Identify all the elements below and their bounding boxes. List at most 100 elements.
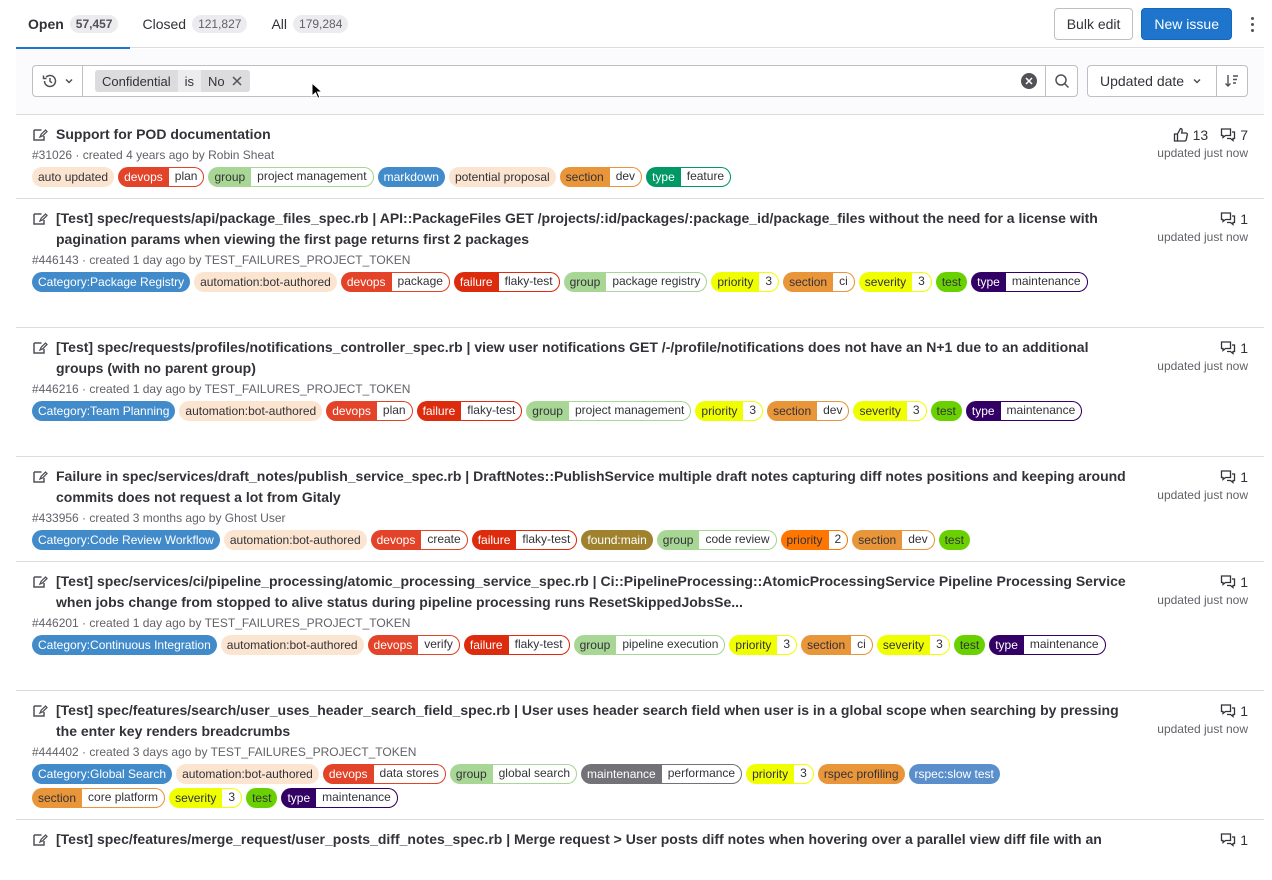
label[interactable]: Category:Code Review Workflow (32, 530, 220, 550)
scoped-label[interactable]: severity 3 (169, 788, 243, 808)
scoped-label[interactable]: group pipeline execution (573, 635, 726, 655)
clear-search-icon[interactable] (1021, 73, 1037, 89)
scoped-label[interactable]: devops create (370, 530, 468, 550)
tab-all[interactable]: All 179,284 (259, 0, 360, 48)
scoped-label[interactable]: devops plan (326, 401, 413, 421)
scoped-label[interactable]: group global search (449, 764, 578, 784)
issue-title: [Test] spec/requests/profiles/notificati… (32, 337, 1132, 379)
new-issue-button[interactable]: New issue (1141, 8, 1232, 40)
scoped-label[interactable]: group project management (208, 167, 374, 187)
label[interactable]: Category:Global Search (32, 764, 173, 784)
thumbs-up-icon (1173, 127, 1188, 142)
label[interactable]: test (935, 272, 968, 292)
scoped-label[interactable]: type maintenance (281, 788, 398, 808)
issue-row[interactable]: Failure in spec/services/draft_notes/pub… (16, 457, 1264, 562)
search-button[interactable] (1045, 65, 1078, 97)
scoped-label[interactable]: devops data stores (322, 764, 446, 784)
label[interactable]: found:main (581, 530, 653, 550)
label[interactable]: Category:Package Registry (32, 272, 191, 292)
label[interactable]: rspec profiling (817, 764, 905, 784)
scoped-label[interactable]: devops plan (118, 167, 205, 187)
scoped-label[interactable]: priority 3 (746, 764, 814, 784)
scoped-label[interactable]: failure flaky-test (416, 401, 523, 421)
sort-dropdown[interactable]: Updated date (1087, 65, 1217, 97)
label[interactable]: markdown (377, 167, 445, 187)
comments-count[interactable]: 1 (1220, 340, 1248, 356)
scoped-label[interactable]: severity 3 (858, 272, 932, 292)
scoped-label[interactable]: section ci (801, 635, 873, 655)
sort-direction-button[interactable] (1216, 65, 1248, 97)
scoped-label[interactable]: severity 3 (876, 635, 950, 655)
scoped-label[interactable]: type maintenance (971, 272, 1088, 292)
close-icon[interactable] (231, 75, 243, 87)
issue-title-link[interactable]: Failure in spec/services/draft_notes/pub… (56, 466, 1132, 508)
issue-row[interactable]: [Test] spec/requests/api/package_files_s… (16, 199, 1264, 328)
scoped-label[interactable]: section dev (852, 530, 935, 550)
recent-searches-button[interactable] (32, 65, 83, 97)
scoped-label[interactable]: section dev (767, 401, 850, 421)
label-value: package (391, 272, 450, 292)
issue-row[interactable]: [Test] spec/features/search/user_uses_he… (16, 691, 1264, 820)
label-scope: section (565, 170, 604, 184)
comments-count[interactable]: 1 (1220, 469, 1248, 485)
label[interactable]: automation:bot-authored (194, 272, 337, 292)
chevron-down-icon (64, 78, 73, 84)
comments-count[interactable]: 1 (1220, 832, 1248, 848)
scoped-label[interactable]: failure flaky-test (453, 272, 560, 292)
label[interactable]: automation:bot-authored (220, 635, 364, 655)
bulk-edit-button[interactable]: Bulk edit (1053, 8, 1134, 40)
label[interactable]: automation:bot-authored (176, 764, 319, 784)
scoped-label[interactable]: type feature (646, 167, 732, 187)
label[interactable]: Category:Continuous Integration (32, 635, 217, 655)
scoped-label[interactable]: group project management (526, 401, 692, 421)
issue-title-link[interactable]: [Test] spec/requests/profiles/notificati… (56, 337, 1132, 379)
scoped-label[interactable]: maintenance performance (581, 764, 743, 784)
label[interactable]: automation:bot-authored (223, 530, 367, 550)
scoped-label[interactable]: section dev (559, 167, 643, 187)
comments-count[interactable]: 7 (1220, 127, 1248, 143)
label[interactable]: test (246, 788, 278, 808)
more-actions-icon[interactable] (1240, 8, 1264, 40)
issue-row[interactable]: [Test] spec/requests/profiles/notificati… (16, 328, 1264, 457)
scoped-label[interactable]: type maintenance (965, 401, 1083, 421)
comments-count[interactable]: 1 (1220, 703, 1248, 719)
scoped-label[interactable]: devops package (340, 272, 450, 292)
issue-row[interactable]: [Test] spec/features/merge_request/user_… (16, 820, 1264, 880)
scoped-label[interactable]: priority 2 (780, 530, 849, 550)
issue-title-link[interactable]: [Test] spec/services/ci/pipeline_process… (56, 571, 1132, 613)
label[interactable]: automation:bot-authored (179, 401, 323, 421)
scoped-label[interactable]: priority 3 (729, 635, 798, 655)
label[interactable]: auto updated (32, 167, 115, 187)
label[interactable]: test (938, 530, 970, 550)
issue-title-link[interactable]: [Test] spec/requests/api/package_files_s… (56, 208, 1132, 250)
issue-title-link[interactable]: Support for POD documentation (56, 124, 271, 145)
label[interactable]: rspec:slow test (908, 764, 1000, 784)
issue-title-link[interactable]: [Test] spec/features/merge_request/user_… (56, 829, 1102, 850)
scoped-label[interactable]: section ci (783, 272, 855, 292)
scoped-label[interactable]: failure flaky-test (463, 635, 570, 655)
issue-row[interactable]: Support for POD documentation #31026 · c… (16, 115, 1264, 199)
comments-count[interactable]: 1 (1220, 574, 1248, 590)
scoped-label[interactable]: severity 3 (853, 401, 927, 421)
issue-row[interactable]: [Test] spec/services/ci/pipeline_process… (16, 562, 1264, 691)
filter-token-confidential[interactable]: Confidential is No (95, 70, 250, 92)
filtered-search-input[interactable]: Confidential is No (82, 65, 1046, 97)
scoped-label[interactable]: type maintenance (989, 635, 1106, 655)
scoped-label[interactable]: section core platform (32, 788, 166, 808)
issue-labels: Category:Package Registry automation:bot-… (32, 272, 1132, 292)
tab-closed[interactable]: Closed 121,827 (130, 0, 259, 48)
label[interactable]: test (930, 401, 962, 421)
tab-open[interactable]: Open 57,457 (16, 0, 131, 49)
scoped-label[interactable]: group package registry (563, 272, 708, 292)
scoped-label[interactable]: priority 3 (711, 272, 780, 292)
issue-title-link[interactable]: [Test] spec/features/search/user_uses_he… (56, 700, 1132, 742)
scoped-label[interactable]: failure flaky-test (471, 530, 578, 550)
label[interactable]: test (953, 635, 986, 655)
scoped-label[interactable]: priority 3 (695, 401, 764, 421)
comments-count[interactable]: 1 (1220, 211, 1248, 227)
scoped-label[interactable]: devops verify (367, 635, 460, 655)
scoped-label[interactable]: group code review (656, 530, 777, 550)
label-value: flaky-test (516, 530, 578, 550)
label[interactable]: Category:Team Planning (32, 401, 176, 421)
label[interactable]: potential proposal (448, 167, 556, 187)
